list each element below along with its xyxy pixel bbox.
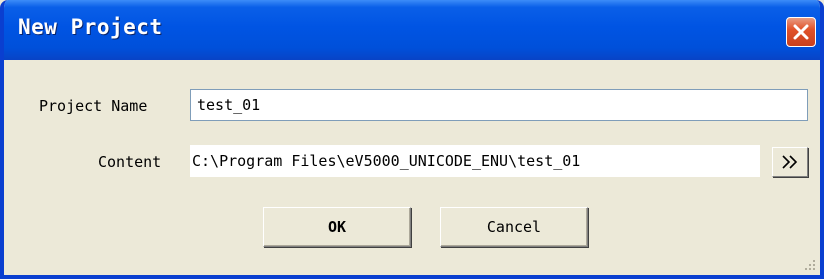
content-label: Content [98, 153, 162, 171]
close-icon [793, 24, 809, 40]
resize-grip-icon[interactable] [804, 259, 816, 271]
ok-button[interactable]: OK [263, 207, 411, 247]
new-project-dialog: New Project Project Name Content OK Canc… [0, 0, 824, 279]
cancel-button[interactable]: Cancel [440, 207, 588, 247]
browse-button[interactable] [772, 147, 808, 177]
content-path-input[interactable] [190, 145, 760, 177]
title-bar[interactable]: New Project [4, 0, 820, 60]
dialog-title: New Project [18, 15, 163, 39]
close-button[interactable] [786, 17, 816, 47]
project-name-label: Project Name [39, 97, 148, 115]
project-name-input[interactable] [190, 89, 808, 121]
double-chevron-right-icon [782, 155, 798, 169]
